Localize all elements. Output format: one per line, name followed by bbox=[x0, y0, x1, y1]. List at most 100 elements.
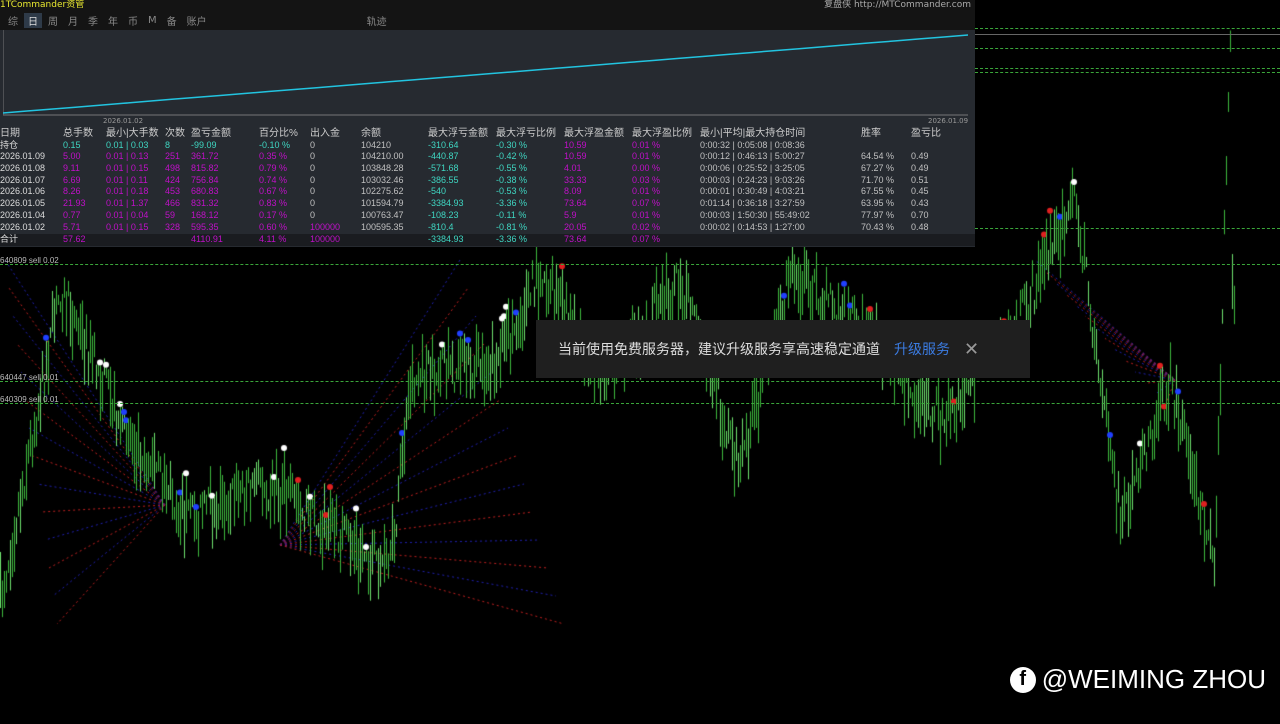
upgrade-service-link[interactable]: 升级服务 bbox=[894, 339, 950, 359]
table-cell: 胜率 bbox=[861, 128, 881, 139]
tab-6[interactable]: 币 bbox=[124, 13, 142, 28]
table-cell: -0.10 % bbox=[259, 139, 291, 150]
table-cell: 0:00:01 | 0:30:49 | 4:03:21 bbox=[700, 186, 805, 197]
table-cell: 最大浮亏金额 bbox=[428, 128, 488, 139]
table-cell: -440.87 bbox=[428, 151, 459, 162]
order-line bbox=[975, 28, 1280, 29]
table-cell: 0.83 % bbox=[259, 198, 288, 209]
table-cell: -310.64 bbox=[428, 139, 459, 150]
table-cell: 0:00:03 | 1:50:30 | 55:49:02 bbox=[700, 209, 810, 220]
table-cell: 0.01 % bbox=[632, 186, 661, 197]
table-cell: 盈亏比 bbox=[911, 128, 941, 139]
table-cell: 73.64 bbox=[564, 234, 587, 245]
table-cell: 70.43 % bbox=[861, 221, 895, 232]
table-cell: -0.38 % bbox=[496, 174, 528, 185]
table-cell: -0.55 % bbox=[496, 163, 528, 174]
facebook-icon: f bbox=[1009, 666, 1036, 693]
table-cell: 101594.79 bbox=[361, 198, 404, 209]
order-line bbox=[0, 403, 1280, 404]
table-cell: -0.30 % bbox=[496, 139, 528, 150]
table-cell: 最大浮亏比例 bbox=[496, 128, 556, 139]
tab-7[interactable]: M bbox=[144, 15, 161, 26]
table-cell: 2026.01.09 bbox=[0, 151, 46, 162]
table-total-row: 合计 57.62 4110.91 4.11 % 100000 -3384.93 -3.36 … bbox=[0, 234, 975, 246]
table-cell: 0.07 % bbox=[632, 198, 661, 209]
tab-0[interactable]: 综 bbox=[4, 13, 22, 28]
table-cell: 盈亏金额 bbox=[191, 128, 231, 139]
table-cell: 0.15 bbox=[63, 139, 81, 150]
tab-1[interactable]: 日 bbox=[24, 12, 42, 28]
table-row: 2026.01.04 0.77 0.01 | 0.04 59 168.12 0.17 % 0… bbox=[0, 210, 975, 222]
table-row: 2026.01.05 21.93 0.01 | 1.37 466 831.32 0.83 … bbox=[0, 198, 975, 210]
table-cell: 0 bbox=[310, 186, 316, 197]
table-cell: 2026.01.04 bbox=[0, 209, 46, 220]
table-header: 日期 总手数 最小|大手数 次数 盈亏金额 百分比% 出入金 余额 最大浮亏金额 最大浮亏比例 最大… bbox=[0, 128, 975, 140]
table-cell: 0:00:06 | 0:25:52 | 3:25:05 bbox=[700, 163, 805, 174]
table-cell: 出入金 bbox=[310, 128, 340, 139]
table-cell: 余额 bbox=[361, 128, 381, 139]
table-cell: 0 bbox=[310, 151, 316, 162]
table-cell: -3.36 % bbox=[496, 234, 528, 245]
tab-10[interactable]: 轨迹 bbox=[363, 13, 391, 28]
table-cell: 2026.01.07 bbox=[0, 174, 46, 185]
table-cell: -0.42 % bbox=[496, 151, 528, 162]
table-cell: 最大浮盈比例 bbox=[632, 128, 692, 139]
table-cell: 0.48 bbox=[911, 221, 929, 232]
table-cell: 498 bbox=[165, 163, 181, 174]
table-cell: 59 bbox=[165, 209, 176, 220]
table-cell: 831.32 bbox=[191, 198, 219, 209]
table-cell: 总手数 bbox=[63, 128, 93, 139]
table-cell: 0.01 | 1.37 bbox=[106, 198, 149, 209]
table-cell: 100595.35 bbox=[361, 221, 404, 232]
table-cell: -108.23 bbox=[428, 209, 459, 220]
tab-4[interactable]: 季 bbox=[84, 13, 102, 28]
site-link[interactable]: 复盘侠 http://MTCommander.com bbox=[824, 0, 971, 10]
table-cell: 0 bbox=[310, 174, 316, 185]
table-cell: 33.33 bbox=[564, 174, 587, 185]
table-cell: 4.11 % bbox=[259, 234, 287, 245]
table-row: 2026.01.07 6.69 0.01 | 0.11 424 756.84 0.74 %… bbox=[0, 175, 975, 187]
table-cell: -3.36 % bbox=[496, 198, 528, 209]
table-cell: 6.69 bbox=[63, 174, 81, 185]
table-cell: 4.01 bbox=[564, 163, 582, 174]
close-icon[interactable]: ✕ bbox=[964, 339, 979, 360]
table-cell: 0.43 bbox=[911, 198, 929, 209]
table-cell: 2026.01.06 bbox=[0, 186, 46, 197]
table-cell: -3384.93 bbox=[428, 198, 464, 209]
price-line bbox=[975, 34, 1280, 35]
table-cell: 0.03 % bbox=[632, 174, 661, 185]
table-cell: 21.93 bbox=[63, 198, 86, 209]
table-cell: -386.55 bbox=[428, 174, 459, 185]
table-cell: 0.77 bbox=[63, 209, 81, 220]
table-cell: 次数 bbox=[165, 128, 185, 139]
table-cell: 251 bbox=[165, 151, 181, 162]
table-cell: 0 bbox=[310, 209, 316, 220]
table-cell: 0.01 % bbox=[632, 151, 661, 162]
table-cell: 466 bbox=[165, 198, 181, 209]
order-line bbox=[975, 48, 1280, 49]
table-cell: 日期 bbox=[0, 128, 20, 139]
table-cell: 0.01 | 0.15 bbox=[106, 163, 149, 174]
table-cell: 0.01 | 0.15 bbox=[106, 221, 149, 232]
tab-9[interactable]: 账户 bbox=[183, 13, 211, 28]
table-cell: 10.59 bbox=[564, 139, 587, 150]
order-line bbox=[975, 68, 1280, 69]
table-cell: 0.70 bbox=[911, 209, 929, 220]
tab-8[interactable]: 备 bbox=[163, 13, 181, 28]
table-cell: 67.55 % bbox=[861, 186, 895, 197]
toast-message: 当前使用免费服务器，建议升级服务享高速稳定通道 bbox=[558, 342, 880, 358]
table-cell: 0.17 % bbox=[259, 209, 288, 220]
table-cell: 103032.46 bbox=[361, 174, 404, 185]
table-cell: 0.45 bbox=[911, 186, 929, 197]
table-cell: 最小|大手数 bbox=[106, 128, 159, 139]
table-cell: 5.9 bbox=[564, 209, 577, 220]
table-cell: 328 bbox=[165, 221, 181, 232]
tab-2[interactable]: 周 bbox=[44, 13, 62, 28]
table-cell: 0.01 % bbox=[632, 139, 661, 150]
table-cell: 合计 bbox=[0, 234, 19, 245]
tab-5[interactable]: 年 bbox=[104, 13, 122, 28]
tab-3[interactable]: 月 bbox=[64, 13, 82, 28]
table-cell: 0.35 % bbox=[259, 151, 288, 162]
table-cell: 9.11 bbox=[63, 163, 80, 174]
table-cell: 0.01 | 0.11 bbox=[106, 174, 148, 185]
